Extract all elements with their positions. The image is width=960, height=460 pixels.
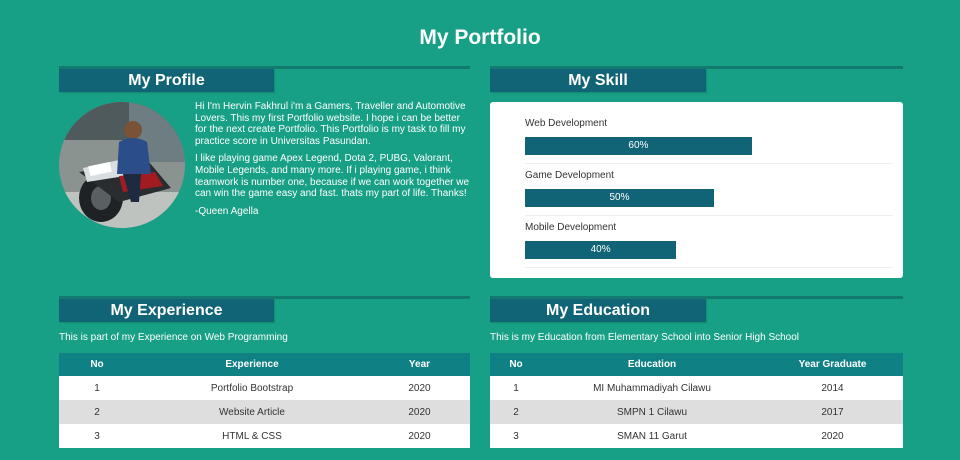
table-header-row: No Education Year Graduate <box>490 353 903 376</box>
skill-divider <box>525 215 893 216</box>
education-table: No Education Year Graduate 1 MI Muhammad… <box>490 353 903 448</box>
profile-heading: My Profile <box>59 69 274 92</box>
skill-progress-bar: 60% <box>525 137 752 155</box>
cell-year: 2020 <box>369 376 470 400</box>
profile-signature: -Queen Agella <box>195 205 259 217</box>
profile-paragraph-1: Hi I'm Hervin Fakhrul i'm a Gamers, Trav… <box>195 101 466 147</box>
cell-no: 1 <box>59 376 135 400</box>
cell-experience: Website Article <box>135 400 369 424</box>
skill-mobile-development: Mobile Development 40% <box>525 221 893 259</box>
cell-experience: Portfolio Bootstrap <box>135 376 369 400</box>
education-heading: My Education <box>490 299 706 322</box>
profile-photo-image <box>59 102 185 228</box>
cell-no: 2 <box>490 400 542 424</box>
cell-year: 2020 <box>369 424 470 448</box>
column-header-experience: Experience <box>135 353 369 376</box>
profile-heading-bar: My Profile <box>59 66 470 92</box>
cell-experience: HTML & CSS <box>135 424 369 448</box>
experience-table: No Experience Year 1 Portfolio Bootstrap… <box>59 353 470 448</box>
education-section: My Education This is my Education from E… <box>490 296 903 448</box>
profile-bio: Hi I'm Hervin Fakhrul i'm a Gamers, Trav… <box>195 101 471 223</box>
education-description: This is my Education from Elementary Sch… <box>490 332 800 343</box>
skill-progress-track: 40% <box>525 241 893 259</box>
table-row: 2 Website Article 2020 <box>59 400 470 424</box>
skill-label: Game Development <box>525 170 614 181</box>
experience-description: This is part of my Experience on Web Pro… <box>59 332 288 343</box>
column-header-year-graduate: Year Graduate <box>762 353 903 376</box>
table-row: 1 Portfolio Bootstrap 2020 <box>59 376 470 400</box>
skill-web-development: Web Development 60% <box>525 117 893 155</box>
cell-education: MI Muhammadiyah Cilawu <box>542 376 762 400</box>
profile-paragraph-2: I like playing game Apex Legend, Dota 2,… <box>195 153 470 200</box>
table-row: 1 MI Muhammadiyah Cilawu 2014 <box>490 376 903 400</box>
column-header-no: No <box>490 353 542 376</box>
cell-year-graduate: 2020 <box>762 424 903 448</box>
page-title: My Portfolio <box>419 26 541 49</box>
skill-label: Mobile Development <box>525 222 617 233</box>
skill-progress-bar: 50% <box>525 189 714 207</box>
cell-education: SMPN 1 Cilawu <box>542 400 762 424</box>
cell-no: 1 <box>490 376 542 400</box>
column-header-no: No <box>59 353 135 376</box>
cell-education: SMAN 11 Garut <box>542 424 762 448</box>
skills-card: Web Development 60% Game Development 50%… <box>490 102 903 278</box>
skill-divider <box>525 267 893 268</box>
education-heading-bar: My Education <box>490 296 903 322</box>
cell-year-graduate: 2017 <box>762 400 903 424</box>
experience-heading-bar: My Experience <box>59 296 470 322</box>
column-header-education: Education <box>542 353 762 376</box>
cell-year-graduate: 2014 <box>762 376 903 400</box>
column-header-year: Year <box>369 353 470 376</box>
profile-photo <box>59 102 185 228</box>
skill-game-development: Game Development 50% <box>525 169 893 207</box>
skills-section: My Skill Web Development 60% Game Develo… <box>490 66 903 278</box>
table-row: 3 SMAN 11 Garut 2020 <box>490 424 903 448</box>
cell-no: 2 <box>59 400 135 424</box>
cell-year: 2020 <box>369 400 470 424</box>
skill-label: Web Development <box>525 118 608 129</box>
skills-heading: My Skill <box>490 69 706 92</box>
skill-divider <box>525 163 893 164</box>
table-header-row: No Experience Year <box>59 353 470 376</box>
skills-heading-bar: My Skill <box>490 66 903 92</box>
cell-no: 3 <box>490 424 542 448</box>
skill-progress-bar: 40% <box>525 241 677 259</box>
experience-heading: My Experience <box>59 299 274 322</box>
cell-no: 3 <box>59 424 135 448</box>
table-row: 2 SMPN 1 Cilawu 2017 <box>490 400 903 424</box>
profile-section: My Profile Hi I'm Hervin Fakhrul i'm a G… <box>59 66 470 228</box>
skill-progress-track: 60% <box>525 137 893 155</box>
skill-progress-track: 50% <box>525 189 893 207</box>
experience-section: My Experience This is part of my Experie… <box>59 296 470 448</box>
table-row: 3 HTML & CSS 2020 <box>59 424 470 448</box>
